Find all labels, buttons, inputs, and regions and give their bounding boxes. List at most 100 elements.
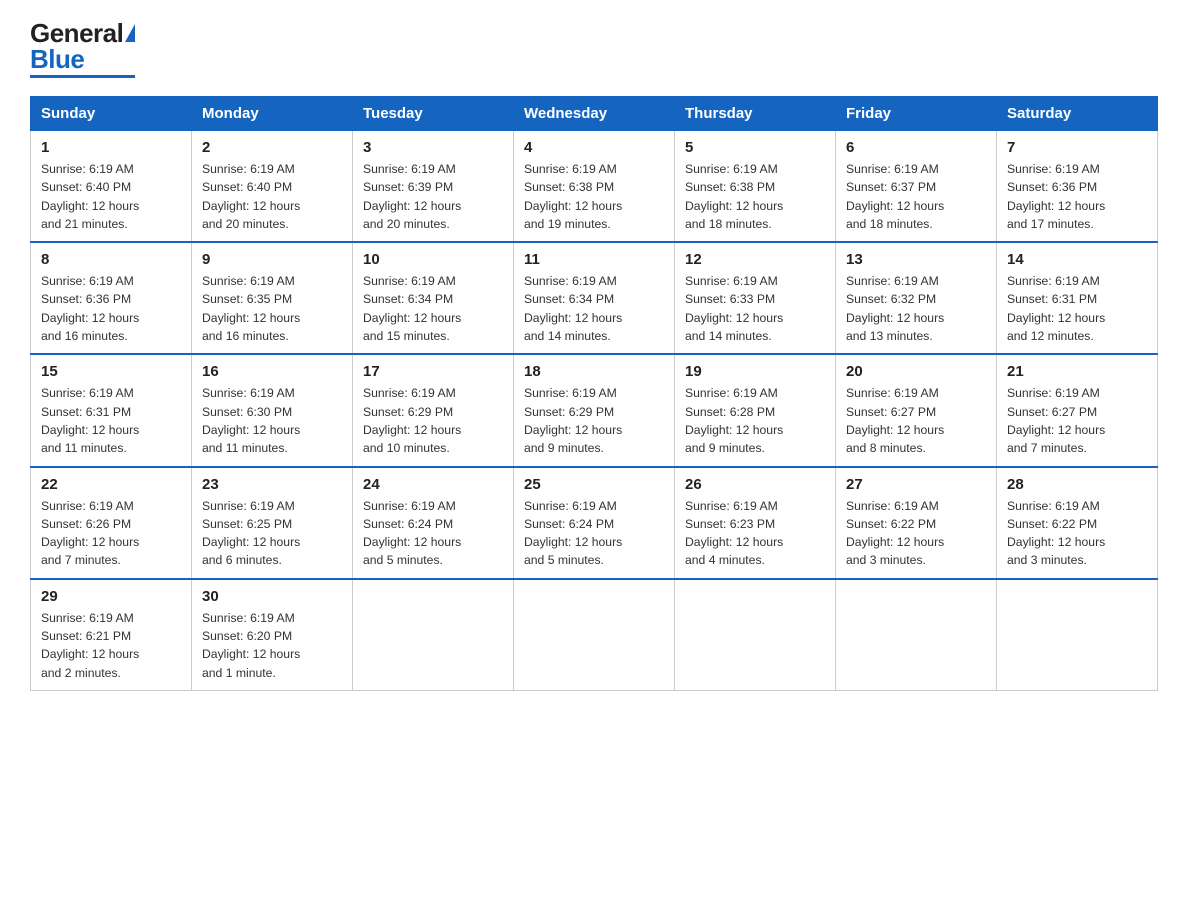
- day-number: 26: [685, 476, 825, 493]
- calendar-cell: 15 Sunrise: 6:19 AMSunset: 6:31 PMDaylig…: [31, 354, 192, 466]
- calendar-cell: 14 Sunrise: 6:19 AMSunset: 6:31 PMDaylig…: [997, 242, 1158, 354]
- day-number: 18: [524, 363, 664, 380]
- day-info: Sunrise: 6:19 AMSunset: 6:24 PMDaylight:…: [524, 497, 664, 570]
- calendar-cell: 2 Sunrise: 6:19 AMSunset: 6:40 PMDayligh…: [192, 131, 353, 243]
- calendar-cell: 16 Sunrise: 6:19 AMSunset: 6:30 PMDaylig…: [192, 354, 353, 466]
- day-number: 15: [41, 363, 181, 380]
- day-number: 22: [41, 476, 181, 493]
- calendar-cell: 20 Sunrise: 6:19 AMSunset: 6:27 PMDaylig…: [836, 354, 997, 466]
- day-number: 6: [846, 139, 986, 156]
- day-info: Sunrise: 6:19 AMSunset: 6:39 PMDaylight:…: [363, 160, 503, 233]
- day-number: 3: [363, 139, 503, 156]
- day-header-monday: Monday: [192, 97, 353, 131]
- day-info: Sunrise: 6:19 AMSunset: 6:27 PMDaylight:…: [846, 384, 986, 457]
- day-info: Sunrise: 6:19 AMSunset: 6:25 PMDaylight:…: [202, 497, 342, 570]
- day-info: Sunrise: 6:19 AMSunset: 6:35 PMDaylight:…: [202, 272, 342, 345]
- day-number: 21: [1007, 363, 1147, 380]
- day-info: Sunrise: 6:19 AMSunset: 6:28 PMDaylight:…: [685, 384, 825, 457]
- day-info: Sunrise: 6:19 AMSunset: 6:22 PMDaylight:…: [846, 497, 986, 570]
- day-header-thursday: Thursday: [675, 97, 836, 131]
- calendar-cell: 24 Sunrise: 6:19 AMSunset: 6:24 PMDaylig…: [353, 467, 514, 579]
- day-info: Sunrise: 6:19 AMSunset: 6:34 PMDaylight:…: [363, 272, 503, 345]
- day-info: Sunrise: 6:19 AMSunset: 6:40 PMDaylight:…: [202, 160, 342, 233]
- day-number: 17: [363, 363, 503, 380]
- calendar-cell: 4 Sunrise: 6:19 AMSunset: 6:38 PMDayligh…: [514, 131, 675, 243]
- calendar-cell: [997, 579, 1158, 691]
- day-info: Sunrise: 6:19 AMSunset: 6:36 PMDaylight:…: [1007, 160, 1147, 233]
- day-number: 16: [202, 363, 342, 380]
- day-number: 8: [41, 251, 181, 268]
- day-number: 23: [202, 476, 342, 493]
- day-info: Sunrise: 6:19 AMSunset: 6:32 PMDaylight:…: [846, 272, 986, 345]
- logo-triangle-icon: [125, 24, 135, 42]
- logo-underline: [30, 75, 135, 78]
- calendar-cell: 22 Sunrise: 6:19 AMSunset: 6:26 PMDaylig…: [31, 467, 192, 579]
- calendar-cell: 1 Sunrise: 6:19 AMSunset: 6:40 PMDayligh…: [31, 131, 192, 243]
- logo-general-text: General: [30, 20, 123, 46]
- day-info: Sunrise: 6:19 AMSunset: 6:29 PMDaylight:…: [524, 384, 664, 457]
- day-info: Sunrise: 6:19 AMSunset: 6:34 PMDaylight:…: [524, 272, 664, 345]
- calendar-body: 1 Sunrise: 6:19 AMSunset: 6:40 PMDayligh…: [31, 131, 1158, 691]
- calendar-cell: 19 Sunrise: 6:19 AMSunset: 6:28 PMDaylig…: [675, 354, 836, 466]
- calendar-cell: 23 Sunrise: 6:19 AMSunset: 6:25 PMDaylig…: [192, 467, 353, 579]
- calendar-cell: 7 Sunrise: 6:19 AMSunset: 6:36 PMDayligh…: [997, 131, 1158, 243]
- day-info: Sunrise: 6:19 AMSunset: 6:31 PMDaylight:…: [41, 384, 181, 457]
- day-number: 19: [685, 363, 825, 380]
- calendar-cell: 5 Sunrise: 6:19 AMSunset: 6:38 PMDayligh…: [675, 131, 836, 243]
- day-number: 1: [41, 139, 181, 156]
- calendar-week-row: 29 Sunrise: 6:19 AMSunset: 6:21 PMDaylig…: [31, 579, 1158, 691]
- day-info: Sunrise: 6:19 AMSunset: 6:33 PMDaylight:…: [685, 272, 825, 345]
- page-header: General Blue: [30, 20, 1158, 78]
- calendar-cell: 18 Sunrise: 6:19 AMSunset: 6:29 PMDaylig…: [514, 354, 675, 466]
- day-header-wednesday: Wednesday: [514, 97, 675, 131]
- day-info: Sunrise: 6:19 AMSunset: 6:40 PMDaylight:…: [41, 160, 181, 233]
- day-number: 11: [524, 251, 664, 268]
- day-number: 4: [524, 139, 664, 156]
- calendar-cell: 27 Sunrise: 6:19 AMSunset: 6:22 PMDaylig…: [836, 467, 997, 579]
- calendar-cell: 29 Sunrise: 6:19 AMSunset: 6:21 PMDaylig…: [31, 579, 192, 691]
- day-number: 9: [202, 251, 342, 268]
- day-number: 28: [1007, 476, 1147, 493]
- calendar-week-row: 8 Sunrise: 6:19 AMSunset: 6:36 PMDayligh…: [31, 242, 1158, 354]
- calendar-cell: 8 Sunrise: 6:19 AMSunset: 6:36 PMDayligh…: [31, 242, 192, 354]
- day-number: 12: [685, 251, 825, 268]
- calendar-cell: [836, 579, 997, 691]
- calendar-header-row: SundayMondayTuesdayWednesdayThursdayFrid…: [31, 97, 1158, 131]
- day-info: Sunrise: 6:19 AMSunset: 6:21 PMDaylight:…: [41, 609, 181, 682]
- day-info: Sunrise: 6:19 AMSunset: 6:23 PMDaylight:…: [685, 497, 825, 570]
- day-number: 24: [363, 476, 503, 493]
- calendar-cell: 12 Sunrise: 6:19 AMSunset: 6:33 PMDaylig…: [675, 242, 836, 354]
- calendar-cell: 28 Sunrise: 6:19 AMSunset: 6:22 PMDaylig…: [997, 467, 1158, 579]
- day-info: Sunrise: 6:19 AMSunset: 6:37 PMDaylight:…: [846, 160, 986, 233]
- day-info: Sunrise: 6:19 AMSunset: 6:26 PMDaylight:…: [41, 497, 181, 570]
- day-number: 14: [1007, 251, 1147, 268]
- calendar-cell: 17 Sunrise: 6:19 AMSunset: 6:29 PMDaylig…: [353, 354, 514, 466]
- calendar-cell: 30 Sunrise: 6:19 AMSunset: 6:20 PMDaylig…: [192, 579, 353, 691]
- calendar-week-row: 22 Sunrise: 6:19 AMSunset: 6:26 PMDaylig…: [31, 467, 1158, 579]
- calendar-cell: 21 Sunrise: 6:19 AMSunset: 6:27 PMDaylig…: [997, 354, 1158, 466]
- day-header-sunday: Sunday: [31, 97, 192, 131]
- calendar-week-row: 1 Sunrise: 6:19 AMSunset: 6:40 PMDayligh…: [31, 131, 1158, 243]
- day-info: Sunrise: 6:19 AMSunset: 6:22 PMDaylight:…: [1007, 497, 1147, 570]
- calendar-cell: 6 Sunrise: 6:19 AMSunset: 6:37 PMDayligh…: [836, 131, 997, 243]
- calendar-cell: [514, 579, 675, 691]
- day-header-saturday: Saturday: [997, 97, 1158, 131]
- logo-blue-text: Blue: [30, 46, 84, 72]
- calendar-cell: 13 Sunrise: 6:19 AMSunset: 6:32 PMDaylig…: [836, 242, 997, 354]
- day-number: 13: [846, 251, 986, 268]
- calendar-cell: 25 Sunrise: 6:19 AMSunset: 6:24 PMDaylig…: [514, 467, 675, 579]
- day-info: Sunrise: 6:19 AMSunset: 6:31 PMDaylight:…: [1007, 272, 1147, 345]
- calendar-cell: 10 Sunrise: 6:19 AMSunset: 6:34 PMDaylig…: [353, 242, 514, 354]
- logo: General Blue: [30, 20, 135, 78]
- day-number: 10: [363, 251, 503, 268]
- day-number: 2: [202, 139, 342, 156]
- calendar-cell: [353, 579, 514, 691]
- calendar-cell: 3 Sunrise: 6:19 AMSunset: 6:39 PMDayligh…: [353, 131, 514, 243]
- day-number: 27: [846, 476, 986, 493]
- day-info: Sunrise: 6:19 AMSunset: 6:27 PMDaylight:…: [1007, 384, 1147, 457]
- day-number: 25: [524, 476, 664, 493]
- day-number: 5: [685, 139, 825, 156]
- calendar-cell: [675, 579, 836, 691]
- day-info: Sunrise: 6:19 AMSunset: 6:30 PMDaylight:…: [202, 384, 342, 457]
- calendar-cell: 26 Sunrise: 6:19 AMSunset: 6:23 PMDaylig…: [675, 467, 836, 579]
